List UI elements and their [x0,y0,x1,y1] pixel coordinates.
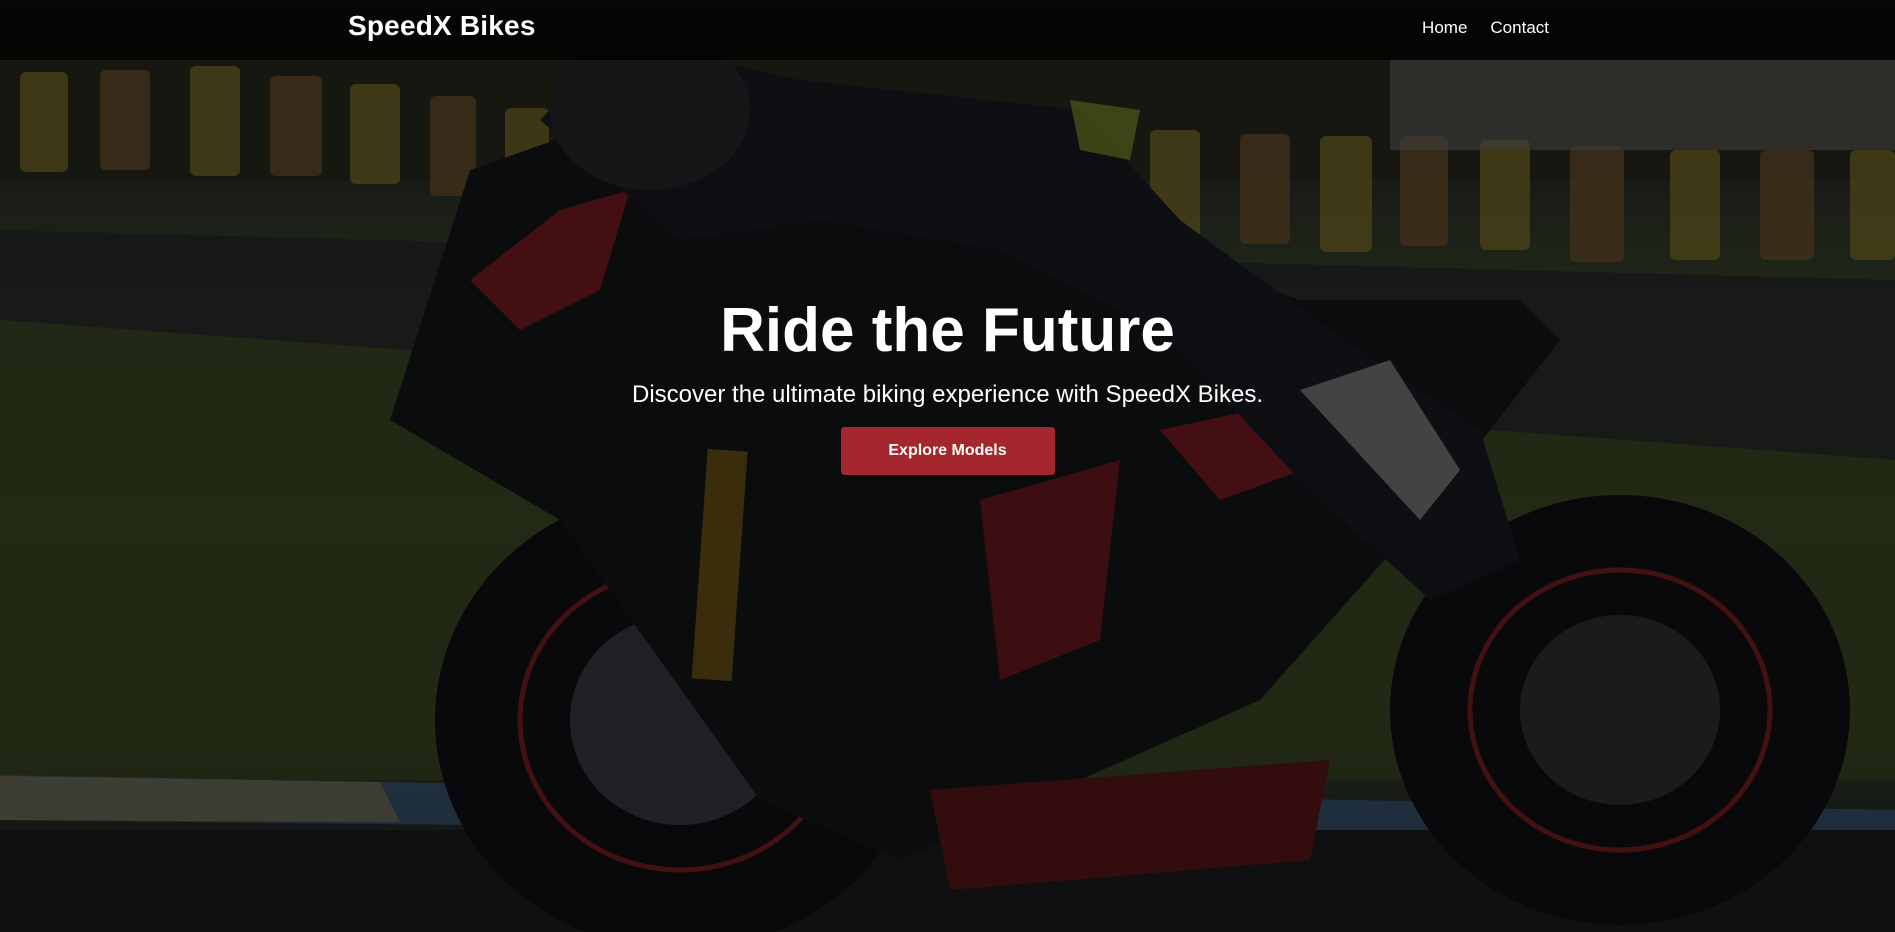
hero-subtitle: Discover the ultimate biking experience … [632,381,1263,408]
nav-links: Home Contact [1422,18,1549,38]
hero-content: Ride the Future Discover the ultimate bi… [0,292,1895,475]
brand-logo[interactable]: SpeedX Bikes [348,10,536,42]
nav-link-home[interactable]: Home [1422,18,1467,38]
hero-title: Ride the Future [720,296,1175,365]
explore-models-button[interactable]: Explore Models [840,427,1055,475]
nav-link-contact[interactable]: Contact [1490,18,1549,38]
top-navbar: SpeedX Bikes Home Contact [0,0,1895,60]
